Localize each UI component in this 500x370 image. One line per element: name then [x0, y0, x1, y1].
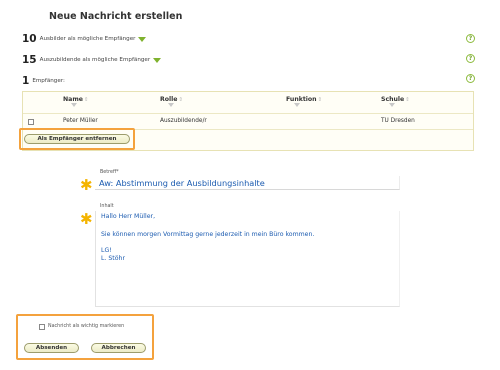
send-button[interactable]: Absenden	[24, 343, 79, 353]
cancel-button[interactable]: Abbrechen	[91, 343, 146, 353]
recipient-role: Auszubildende/r	[160, 118, 207, 124]
subject-label: Betreff*	[100, 170, 119, 175]
important-checkbox-label[interactable]: Nachricht als wichtig markieren	[48, 324, 124, 329]
row-select-checkbox[interactable]	[28, 119, 34, 125]
column-header-label: Name	[63, 96, 83, 103]
body-line: Hallo Herr Müller,	[101, 213, 156, 220]
apprentice-recipients-toggle[interactable]: 15 Auszubildende als mögliche Empfänger	[22, 53, 162, 67]
trainer-count: 10	[22, 33, 37, 45]
body-line: LG!	[101, 247, 112, 254]
body-label: Inhalt	[100, 204, 114, 209]
required-star-icon: ✱	[80, 210, 93, 228]
filter-icon[interactable]	[71, 103, 77, 107]
column-header-label: Funktion	[286, 96, 317, 103]
subject-input[interactable]: Aw: Abstimmung der Ausbildungsinhalte	[95, 176, 400, 190]
recipient-school: TU Dresden	[381, 118, 415, 124]
expand-triangle-icon[interactable]	[138, 36, 147, 42]
row-divider	[23, 113, 473, 114]
filter-icon[interactable]	[389, 103, 395, 107]
apprentice-label: Auszubildende als mögliche Empfänger	[39, 57, 151, 63]
body-line: L. Stöhr	[101, 255, 125, 262]
sort-icon[interactable]: ⇕	[405, 97, 409, 103]
column-header-function[interactable]: Funktion⇕	[286, 96, 322, 103]
column-header-label: Schule	[381, 96, 405, 103]
recipients-header: 1 Empfänger:	[22, 74, 65, 88]
recipient-name: Peter Müller	[63, 118, 98, 124]
footer-actions-highlight	[16, 314, 154, 360]
help-icon[interactable]: ?	[466, 74, 475, 83]
column-header-label: Rolle	[160, 96, 178, 103]
apprentice-count: 15	[22, 54, 37, 66]
body-line: Sie können morgen Vormittag gerne jederz…	[101, 231, 315, 238]
sort-icon[interactable]: ⇕	[178, 97, 182, 103]
trainer-recipients-toggle[interactable]: 10 Ausbilder als mögliche Empfänger	[22, 32, 147, 46]
filter-icon[interactable]	[294, 103, 300, 107]
remove-recipient-button[interactable]: Als Empfänger entfernen	[24, 134, 130, 144]
recipient-label: Empfänger:	[32, 78, 65, 84]
column-header-school[interactable]: Schule⇕	[381, 96, 410, 103]
help-icon[interactable]: ?	[466, 54, 475, 63]
sort-icon[interactable]: ⇕	[84, 97, 88, 103]
help-icon[interactable]: ?	[466, 34, 475, 43]
column-header-name[interactable]: Name⇕	[63, 96, 88, 103]
expand-triangle-icon[interactable]	[153, 57, 162, 63]
filter-icon[interactable]	[168, 103, 174, 107]
trainer-label: Ausbilder als mögliche Empfänger	[39, 36, 136, 42]
column-header-role[interactable]: Rolle⇕	[160, 96, 183, 103]
recipient-count: 1	[22, 75, 30, 87]
message-body-textarea[interactable]: Hallo Herr Müller, Sie können morgen Vor…	[95, 211, 400, 307]
sort-icon[interactable]: ⇕	[318, 97, 322, 103]
important-checkbox[interactable]	[39, 324, 45, 330]
page-title: Neue Nachricht erstellen	[49, 11, 183, 22]
required-star-icon: ✱	[80, 176, 93, 194]
